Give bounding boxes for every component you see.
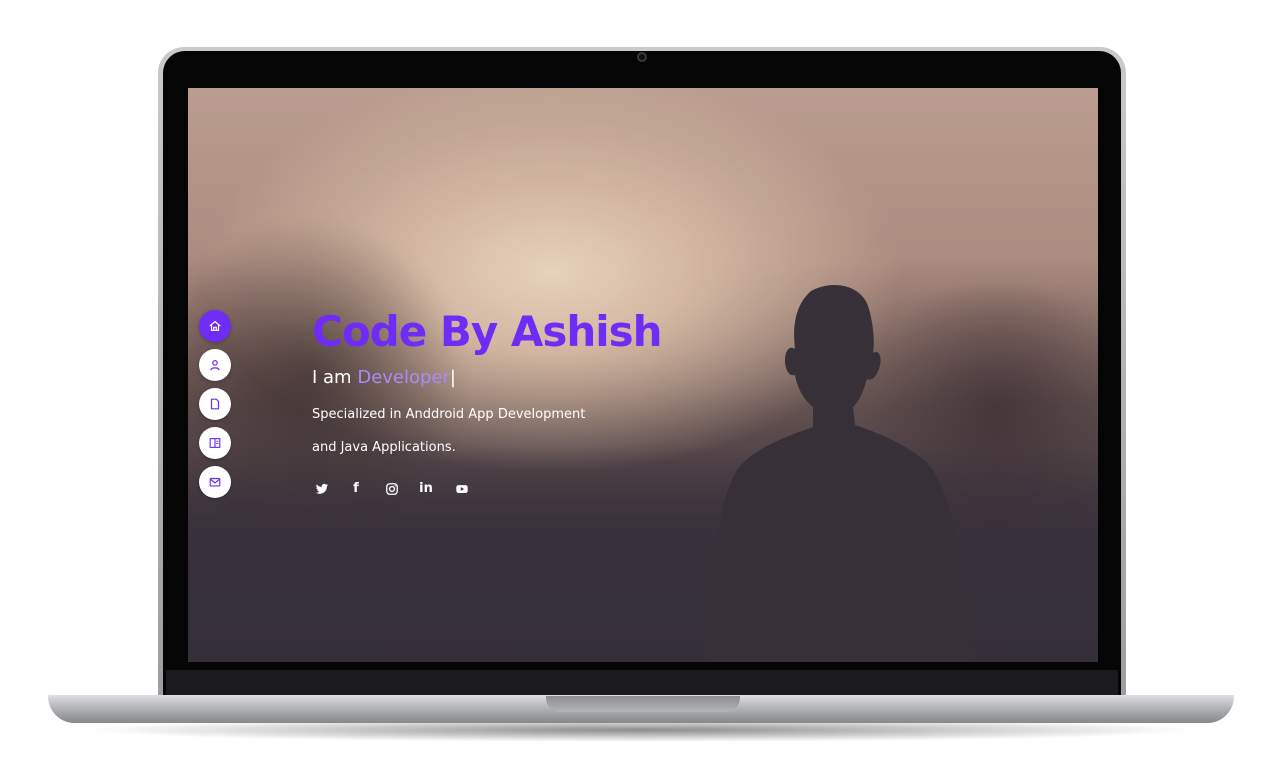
instagram-link[interactable] — [382, 479, 402, 499]
hero-typed-line: I am Developer| — [312, 366, 456, 390]
youtube-link[interactable] — [452, 479, 472, 499]
hero-title: Code By Ashish — [312, 307, 663, 356]
typed-role: Developer — [357, 367, 450, 388]
twitter-icon — [315, 483, 329, 494]
file-icon — [210, 398, 220, 410]
camera-icon — [637, 52, 647, 62]
home-icon — [209, 321, 221, 331]
youtube-icon — [456, 485, 468, 493]
linkedin-link[interactable]: in — [416, 479, 436, 499]
hero-description-line1: Specialized in Anddroid App Development — [312, 407, 586, 422]
twitter-link[interactable] — [312, 479, 332, 499]
laptop-mockup: Code By Ashish I am Developer| Specializ… — [0, 0, 1280, 777]
typed-cursor: | — [449, 367, 456, 388]
nav-home-button[interactable] — [199, 310, 231, 342]
instagram-icon — [386, 483, 398, 495]
nav-contact-button[interactable] — [199, 466, 231, 498]
hero-description-line2: and Java Applications. — [312, 440, 456, 455]
linkedin-icon: in — [419, 481, 433, 496]
facebook-icon: f — [353, 481, 359, 496]
portfolio-book-icon — [209, 438, 221, 448]
envelope-icon — [209, 477, 221, 487]
nav-about-button[interactable] — [199, 349, 231, 381]
nav-resume-button[interactable] — [199, 388, 231, 420]
laptop-opening-notch — [546, 696, 740, 712]
nav-portfolio-button[interactable] — [199, 427, 231, 459]
facebook-link[interactable]: f — [346, 479, 366, 499]
user-icon — [210, 360, 220, 371]
typed-prefix: I am — [312, 367, 358, 388]
laptop-chin — [166, 670, 1118, 697]
